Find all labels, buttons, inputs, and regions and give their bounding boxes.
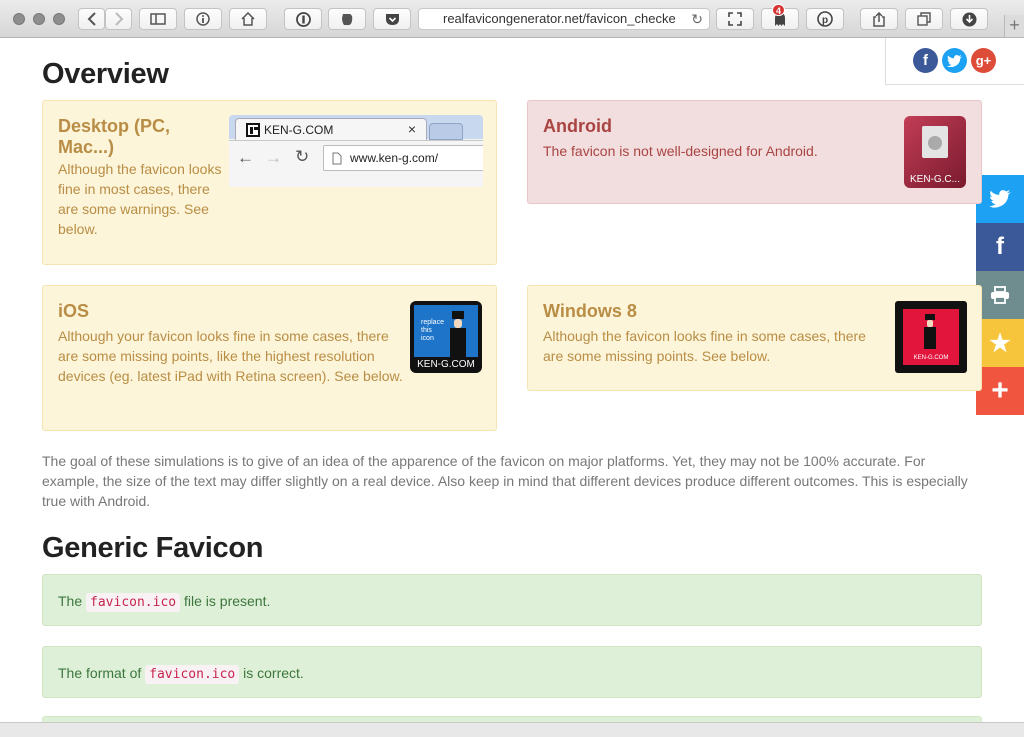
- generic-favicon-heading: Generic Favicon: [42, 532, 264, 564]
- preview-tab: KEN-G.COM ×: [235, 118, 427, 140]
- address-bar[interactable]: realfavicongenerator.net/favicon_checke …: [418, 8, 710, 30]
- star-icon: ★: [989, 329, 1011, 357]
- evernote-button[interactable]: [328, 8, 366, 30]
- twitter-share-icon[interactable]: [942, 48, 967, 73]
- info-button[interactable]: [184, 8, 222, 30]
- check-favicon-present: The favicon.ico file is present.: [42, 574, 982, 626]
- window-bottom-edge: [0, 722, 1024, 737]
- fullscreen-icon: [728, 12, 742, 26]
- page-icon: [332, 152, 342, 165]
- preview-forward-icon: →: [265, 148, 282, 167]
- ios-card: iOS Although your favicon looks fine in …: [42, 285, 497, 431]
- onepassword-button[interactable]: [284, 8, 322, 30]
- back-icon: [87, 12, 96, 26]
- check-text-before: The format of: [58, 665, 142, 681]
- ghostery-button[interactable]: 4: [761, 4, 799, 30]
- share-button[interactable]: [860, 8, 898, 30]
- zoom-window-button[interactable]: [53, 13, 65, 25]
- desktop-text: Although the favicon looks fine in most …: [58, 161, 222, 237]
- desktop-browser-preview: KEN-G.COM × ← → ↻ www.ken-g.com/: [229, 115, 483, 187]
- sidebar-icon: [150, 13, 166, 25]
- facebook-icon: f: [996, 233, 1004, 260]
- twitter-side-button[interactable]: [976, 175, 1024, 223]
- preview-tab-close-icon: ×: [407, 121, 416, 137]
- preview-url: www.ken-g.com/: [350, 151, 439, 165]
- onepassword-icon: [295, 11, 311, 27]
- check-favicon-format: The format of favicon.ico is correct.: [42, 646, 982, 698]
- overview-heading: Overview: [42, 58, 169, 90]
- home-icon: [241, 12, 255, 26]
- reload-icon[interactable]: ↻: [691, 9, 703, 29]
- windows-title: Windows 8: [543, 301, 637, 321]
- check-text: The format of favicon.ico is correct.: [58, 663, 304, 685]
- pocket-icon: [385, 13, 399, 25]
- print-icon: [991, 286, 1009, 304]
- ios-title: iOS: [58, 301, 90, 321]
- kg-favicon-icon: [246, 123, 260, 137]
- android-title: Android: [543, 116, 612, 136]
- android-icon-caption: KEN-G.C...: [909, 174, 960, 185]
- pinterest-button[interactable]: p: [806, 8, 844, 30]
- preview-reload-icon: ↻: [295, 147, 310, 166]
- facebook-share-icon[interactable]: f: [913, 48, 938, 73]
- android-card: Android The favicon is not well-designed…: [527, 100, 982, 204]
- check-text-after: is correct.: [243, 665, 304, 681]
- windows-tile: KEN-G.COM: [895, 301, 967, 373]
- pocket-button[interactable]: [373, 8, 411, 30]
- print-side-button[interactable]: [976, 271, 1024, 319]
- facebook-side-button[interactable]: f: [976, 223, 1024, 271]
- back-button[interactable]: [78, 8, 105, 30]
- preview-new-tab: [429, 123, 463, 140]
- check-code: favicon.ico: [145, 665, 240, 684]
- desktop-title: Desktop (PC, Mac...): [58, 116, 171, 157]
- tabs-overview-button[interactable]: [905, 8, 943, 30]
- fullscreen-button[interactable]: [716, 8, 754, 30]
- pinterest-icon: p: [817, 11, 833, 27]
- plus-icon: +: [991, 374, 1009, 407]
- home-button[interactable]: [229, 8, 267, 30]
- share-icon: [873, 11, 885, 27]
- close-window-button[interactable]: [13, 13, 25, 25]
- simulation-note: The goal of these simulations is to give…: [42, 453, 968, 509]
- preview-back-icon: ←: [237, 148, 254, 167]
- check-text: The favicon.ico file is present.: [58, 591, 270, 613]
- download-icon: [962, 12, 976, 26]
- svg-text:p: p: [822, 15, 828, 26]
- minimize-window-button[interactable]: [33, 13, 45, 25]
- browser-toolbar: realfavicongenerator.net/favicon_checke …: [0, 0, 1024, 38]
- check-code: favicon.ico: [86, 593, 181, 612]
- evernote-icon: [342, 13, 353, 25]
- sidebar-button[interactable]: [139, 8, 177, 30]
- windows-text: Although the favicon looks fine in some …: [543, 328, 866, 364]
- check-text-after: file is present.: [184, 593, 271, 609]
- more-share-side-button[interactable]: +: [976, 367, 1024, 415]
- windows-tile-caption: KEN-G.COM: [913, 355, 949, 361]
- share-box: f g+: [885, 38, 1024, 85]
- googleplus-share-icon[interactable]: g+: [971, 48, 996, 73]
- url-text: realfavicongenerator.net/favicon_checke: [443, 11, 676, 26]
- forward-button[interactable]: [105, 8, 132, 30]
- info-icon: [196, 12, 210, 26]
- tabs-icon: [917, 12, 931, 26]
- ios-text: Although your favicon looks fine in some…: [58, 328, 403, 384]
- ios-icon: replace this icon KEN-G.COM: [410, 301, 482, 373]
- check-text-before: The: [58, 593, 83, 609]
- ghostery-badge: 4: [771, 4, 785, 16]
- preview-address-bar: www.ken-g.com/: [323, 145, 483, 171]
- windows-card: Windows 8 Although the favicon looks fin…: [527, 285, 982, 391]
- bookmark-side-button[interactable]: ★: [976, 319, 1024, 367]
- android-icon: KEN-G.C...: [904, 116, 966, 188]
- android-text: The favicon is not well-designed for And…: [543, 143, 818, 159]
- ios-icon-caption: KEN-G.COM: [417, 359, 475, 370]
- downloads-button[interactable]: [950, 8, 988, 30]
- new-tab-button[interactable]: +: [1004, 15, 1024, 37]
- document-icon: [922, 126, 948, 158]
- forward-icon: [114, 12, 123, 26]
- desktop-card: Desktop (PC, Mac...) Although the favico…: [42, 100, 497, 265]
- twitter-icon: [989, 190, 1011, 208]
- ios-icon-text: replace this icon: [421, 319, 444, 342]
- preview-tab-title: KEN-G.COM: [264, 123, 334, 137]
